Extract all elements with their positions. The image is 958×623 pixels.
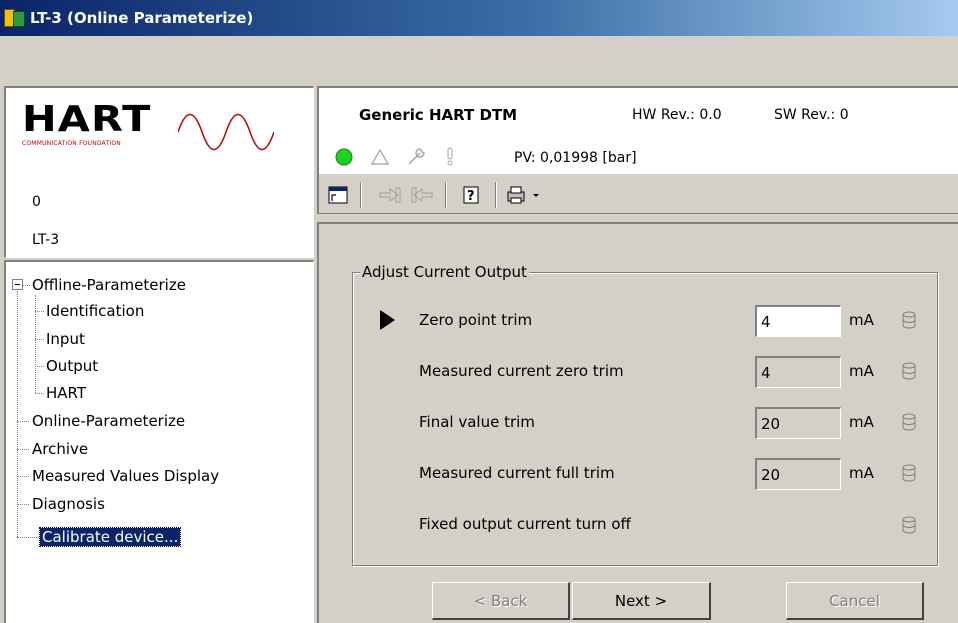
window-title: LT-3 (Online Parameterize) [30, 9, 254, 27]
top-strip [0, 36, 958, 86]
dtm-main-area: Generic HART DTM HW Rev.: 0.0 SW Rev.: 0… [317, 86, 958, 623]
tree-item-hart[interactable]: HART [46, 384, 86, 402]
status-ok-icon [335, 148, 353, 166]
measured-current-full-trim-unit: mA [849, 464, 874, 482]
measured-current-full-trim-field: 20 [755, 458, 841, 490]
toolbar: ? [317, 174, 958, 214]
current-row-arrow-icon [380, 310, 395, 330]
next-button[interactable]: Next > [572, 582, 711, 620]
zero-point-trim-label: Zero point trim [419, 311, 533, 329]
measured-current-zero-trim-field: 4 [755, 356, 841, 388]
tree-item-online-parameterize[interactable]: Online-Parameterize [32, 412, 185, 430]
warning-icon [371, 148, 389, 165]
tree-item-label: Offline-Parameterize [32, 276, 186, 294]
collapse-icon[interactable] [12, 279, 23, 290]
print-icon[interactable] [505, 182, 545, 208]
hw-revision: HW Rev.: 0.0 [632, 107, 722, 123]
upload-icon[interactable] [377, 182, 403, 208]
tree-item-archive[interactable]: Archive [32, 440, 88, 458]
dtm-name: Generic HART DTM [359, 106, 518, 124]
tree-item-calibrate-device[interactable]: Calibrate device... [38, 527, 182, 547]
measured-current-full-trim-label: Measured current full trim [419, 464, 615, 482]
measured-current-zero-trim-label: Measured current zero trim [419, 362, 624, 380]
cancel-button[interactable]: Cancel [786, 582, 924, 620]
pv-readout: PV: 0,01998 [bar] [514, 150, 637, 166]
final-value-trim-unit: mA [849, 413, 874, 431]
window-icon[interactable] [325, 182, 351, 208]
tree-item-offline-parameterize[interactable]: Offline-Parameterize [32, 276, 186, 294]
logo-wave-icon [178, 113, 274, 151]
help-icon[interactable]: ? [459, 182, 485, 208]
database-icon [902, 464, 916, 482]
final-value-trim-label: Final value trim [419, 413, 535, 431]
zero-point-trim-input[interactable]: 4 [755, 305, 841, 337]
wrench-icon [408, 148, 425, 165]
database-icon [902, 516, 916, 534]
download-icon[interactable] [409, 182, 435, 208]
database-icon [902, 413, 916, 431]
device-info-panel: HART COMMUNICATION FOUNDATION 0 LT-3 [4, 86, 314, 258]
app-icon [4, 7, 26, 29]
tree-item-input[interactable]: Input [46, 330, 85, 348]
navigation-tree: Offline-Parameterize Identification Inpu… [4, 260, 314, 623]
status-row: PV: 0,01998 [bar] [335, 146, 735, 168]
fixed-output-current-turn-off-label[interactable]: Fixed output current turn off [419, 515, 631, 533]
svg-text:?: ? [467, 189, 475, 204]
adjust-current-output-group: Adjust Current Output Zero point trim 4 … [352, 263, 938, 566]
database-icon [902, 362, 916, 380]
content-panel: Adjust Current Output Zero point trim 4 … [317, 222, 958, 623]
window-titlebar[interactable]: LT-3 (Online Parameterize) [0, 0, 958, 36]
tree-item-output[interactable]: Output [46, 357, 98, 375]
device-header: Generic HART DTM HW Rev.: 0.0 SW Rev.: 0… [317, 86, 958, 174]
logo-subtext: COMMUNICATION FOUNDATION [22, 140, 121, 147]
hart-logo: HART COMMUNICATION FOUNDATION [18, 100, 278, 160]
logo-text: HART [22, 99, 152, 140]
zero-point-trim-unit: mA [849, 311, 874, 329]
measured-current-zero-trim-unit: mA [849, 362, 874, 380]
group-title: Adjust Current Output [360, 263, 529, 281]
info-icon [447, 147, 453, 166]
database-icon [902, 311, 916, 329]
tree-item-identification[interactable]: Identification [46, 302, 144, 320]
tree-item-measured-values-display[interactable]: Measured Values Display [32, 467, 219, 485]
back-button[interactable]: < Back [432, 582, 570, 620]
device-tag: LT-3 [32, 232, 60, 248]
final-value-trim-field: 20 [755, 407, 841, 439]
tree-item-diagnosis[interactable]: Diagnosis [32, 495, 105, 513]
device-address: 0 [32, 194, 41, 210]
sw-revision: SW Rev.: 0 [774, 107, 849, 123]
